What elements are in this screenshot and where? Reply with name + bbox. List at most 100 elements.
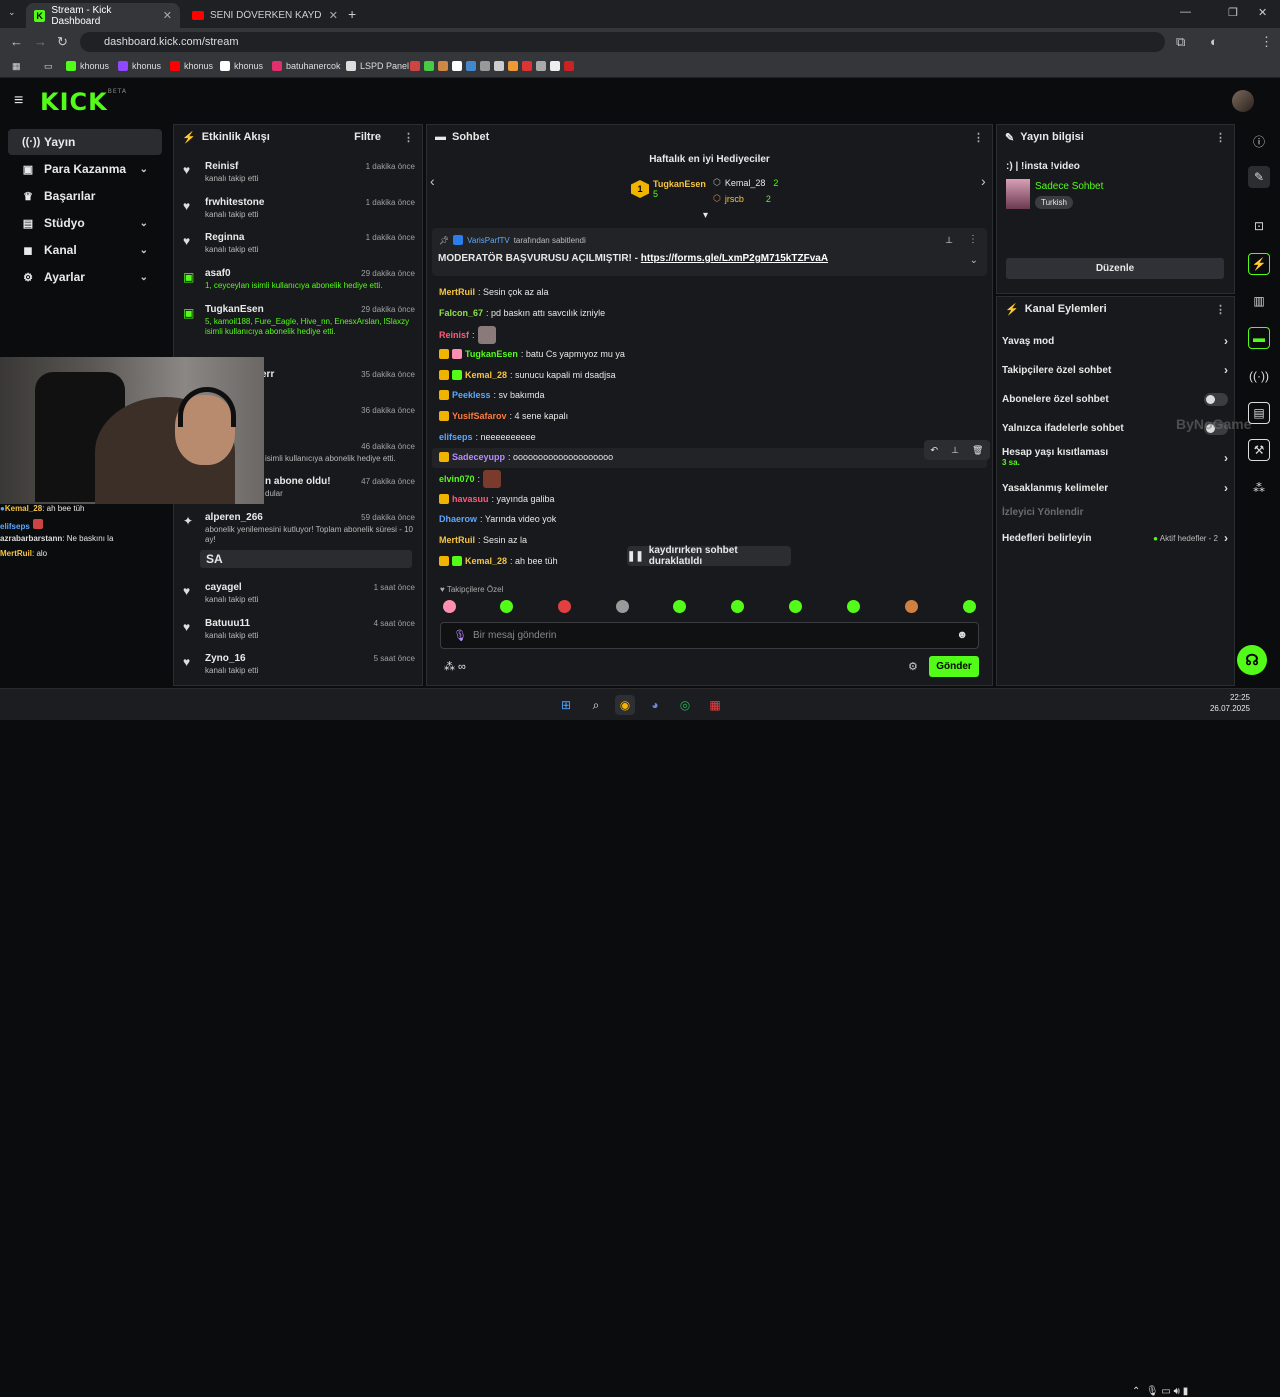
sidebar-item-basarilar[interactable]: ♛ Başarılar [8,183,162,209]
bookmark-item[interactable]: batuhanercok [272,61,341,71]
filter-button[interactable]: Filtre [354,131,381,143]
system-clock[interactable]: 22:25 26.07.2025 [1206,692,1250,714]
chat-tools-icon[interactable]: ⁂ ∞ [444,660,466,673]
chat-message[interactable]: Kemal_28: ah bee tüh [439,556,558,566]
search-icon[interactable]: ⌕ [586,695,606,715]
gifter[interactable]: ⬡ jrscb 2 [713,193,771,204]
gifter[interactable]: ⬡ Kemal_28 2 [713,177,778,188]
chat-message[interactable]: Dhaerow: Yarında video yok [439,514,556,524]
emote-icon[interactable] [558,600,571,613]
chat-message[interactable]: havasuu: yayında galiba [439,494,555,504]
reply-icon[interactable]: ↶ [931,445,939,456]
extensions-icon[interactable]: ⧉ [1176,34,1185,50]
chat-message[interactable]: TugkanEsen: batu Cs yapmıyoz mu ya [439,349,625,359]
maximize-icon[interactable]: ❐ [1228,6,1238,19]
emote-icon[interactable] [847,600,860,613]
chat-message[interactable]: MertRuil: Sesin çok az ala [439,287,549,297]
emote-icon[interactable] [905,600,918,613]
toggle-switch[interactable] [1204,393,1228,406]
chat-message[interactable]: Kemal_28: sunucu kapali mi dsadjsa [439,370,616,380]
emote-icon[interactable] [963,600,976,613]
more-dots-icon[interactable]: ⋮ [1215,303,1226,316]
tab-kick-dashboard[interactable]: K Stream - Kick Dashboard ✕ [26,3,180,28]
chat-message[interactable]: elvin070: [439,470,502,488]
action-banned-words[interactable]: Yasaklanmış kelimeler › [1002,481,1228,495]
close-icon[interactable]: ✕ [163,9,172,22]
menu-dots-icon[interactable]: ⋮ [1260,34,1273,50]
chat-message[interactable]: elifseps: neeeeeeeeee [439,432,536,442]
more-dots-icon[interactable]: ⋮ [403,131,414,144]
chat-message[interactable]: Sadeceyupp: oooooooooooooooooooo [439,452,613,462]
chevron-right-icon[interactable]: › [981,173,986,189]
sidebar-item-ayarlar[interactable]: ⚙ Ayarlar ⌄ [8,264,162,290]
emote-icon[interactable] [789,600,802,613]
back-icon[interactable]: ← [10,34,23,49]
chat-message[interactable]: YusifSafarov: 4 sene kapalı [439,411,568,421]
hamburger-menu-icon[interactable]: ≡ [14,92,23,110]
broadcast-icon[interactable]: ((·)) [1248,365,1270,387]
wrench-icon[interactable]: ⚒ [1248,439,1270,461]
sidebar-item-yayin[interactable]: ((·)) Yayın [8,129,162,155]
sidebar-item-kanal[interactable]: ◼ Kanal ⌄ [8,237,162,263]
chat-bubble-icon[interactable]: ▬ [1248,327,1270,349]
lightning-icon[interactable]: ⚡ [1248,253,1270,275]
apps-icon[interactable]: ▦ [12,61,21,72]
action-slow-mode[interactable]: Yavaş mod › [1002,334,1228,348]
share-icon[interactable]: ⁂ [1248,477,1270,499]
top-gifter[interactable]: 1 TugkanEsen 5 [631,179,706,199]
chevron-left-icon[interactable]: ‹ [430,173,435,189]
trash-icon[interactable]: 🗑︎ [972,445,983,456]
bookmark-item[interactable]: LSPD Panel [346,61,409,71]
chat-paused-button[interactable]: ❚❚ kaydırırken sohbet duraklatıldı [627,545,791,567]
bookmark-icons-group[interactable] [410,61,574,71]
tray-icons[interactable]: ⌃ 🎙︎ ▭ 🔊︎ ▮ [1132,1386,1188,1397]
emote-icon[interactable] [443,600,456,613]
more-dots-icon[interactable]: ⋮ [968,234,978,245]
kick-logo[interactable]: KICKBETA [40,88,127,116]
chat-message[interactable]: MertRuil: Sesin az la [439,535,527,545]
sidebar-item-para-kazanma[interactable]: ▣ Para Kazanma ⌄ [8,156,162,182]
edit-button[interactable]: Düzenle [1006,258,1224,279]
layout-icon[interactable]: ▤ [1248,402,1270,424]
capture-icon[interactable]: ⊡ [1248,215,1270,237]
tab-youtube[interactable]: SENİ DÖVERKEN KAYDEDECEM ✕ [184,3,346,28]
spotify-icon[interactable]: ◎ [675,695,695,715]
chat-settings-gear-icon[interactable]: ⚙ [908,660,918,673]
action-account-age[interactable]: Hesap yaşı kısıtlaması 3 sa. › [1002,447,1228,467]
profile-icon[interactable]: ◐ [1210,34,1218,49]
bookmark-item[interactable]: khonus [170,61,213,71]
tab-search-icon[interactable]: ⌄ [8,7,16,18]
emote-icon[interactable] [616,600,629,613]
notes-icon[interactable]: ▥ [1248,290,1270,312]
info-icon[interactable]: ⓘ [1248,130,1270,152]
pin-icon[interactable]: ⊥ [951,445,959,456]
emote-icon[interactable] [673,600,686,613]
action-subs-only[interactable]: Abonelere özel sohbet [1002,393,1228,406]
folder-icon[interactable]: ▭ [44,61,53,72]
discord-icon[interactable]: ◕ [645,695,665,715]
windows-start-icon[interactable]: ⊞ [556,695,576,715]
action-goals[interactable]: Hedefleri belirleyin ● Aktif hedefler - 2… [1002,531,1228,545]
microphone-icon[interactable]: 🎙︎ [453,629,467,642]
edit-icon[interactable]: ✎ [1248,166,1270,188]
more-dots-icon[interactable]: ⋮ [1215,131,1226,144]
chat-message-input[interactable]: 🎙︎ Bir mesaj gönderin ☻ [440,622,979,649]
emoji-icon[interactable]: ☻ [956,629,968,641]
close-icon[interactable]: ✕ [329,9,338,22]
sidebar-item-studyo[interactable]: ▤ Stüdyo ⌄ [8,210,162,236]
emote-icon[interactable] [731,600,744,613]
window-close-icon[interactable]: ✕ [1258,6,1267,19]
unpin-icon[interactable]: ⊥ [945,235,953,246]
url-input[interactable]: dashboard.kick.com/stream [80,32,1165,52]
bookmark-item[interactable]: khonus [66,61,109,71]
bookmark-item[interactable]: khonus [118,61,161,71]
send-button[interactable]: Gönder [929,656,979,677]
chat-message[interactable]: Peekless: sv bakımda [439,390,545,400]
forward-icon[interactable]: → [34,34,47,49]
chat-message[interactable]: Reinisf: [439,326,496,344]
reload-icon[interactable]: ↻ [57,34,68,50]
pinned-link[interactable]: https://forms.gle/LxmP2gM715kTZFvaA [641,253,828,264]
collapse-icon[interactable]: ▾ [703,210,708,221]
bookmark-item[interactable]: khonus [220,61,263,71]
chrome-icon[interactable]: ◉ [615,695,635,715]
